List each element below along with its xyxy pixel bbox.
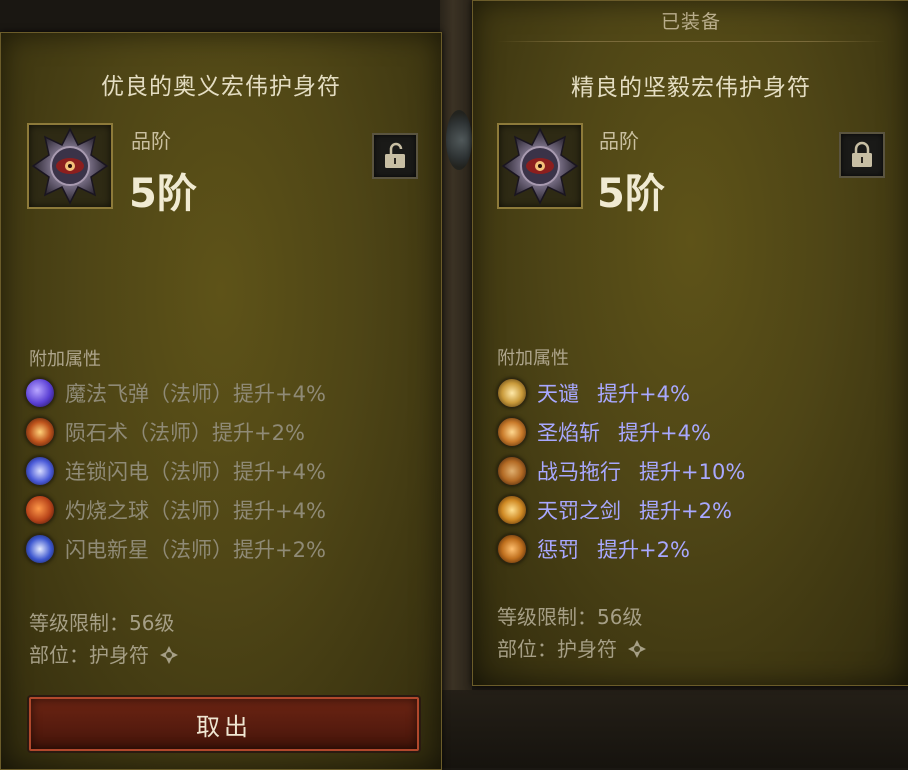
locked-padlock-icon	[852, 141, 872, 167]
affix-row: 魔法飞弹（法师）提升+4%	[25, 373, 326, 412]
divider	[497, 41, 885, 42]
fireball-icon	[25, 494, 55, 525]
affix-row: 圣焰斩 提升+4%	[497, 412, 745, 451]
affix-value: 提升+4%	[597, 381, 690, 406]
item-icon-frame	[27, 123, 113, 209]
take-out-button[interactable]: 取出	[29, 697, 419, 751]
affix-header: 附加属性	[29, 349, 101, 370]
grade-value: 5阶	[597, 171, 665, 217]
item-slot: 部位：护身符	[497, 633, 647, 662]
grade-label: 品阶	[131, 129, 171, 153]
sword-of-judgment-icon	[497, 494, 527, 525]
background-floor	[440, 690, 908, 768]
affix-name: 天谴	[537, 381, 579, 406]
holy-flame-slash-icon	[497, 416, 527, 447]
affix-name: 圣焰斩	[537, 420, 600, 445]
affix-header: 附加属性	[497, 348, 569, 369]
amulet-icon	[501, 127, 579, 205]
affix-value: 提升+10%	[639, 459, 746, 484]
affix-name: 惩罚	[537, 537, 579, 562]
affix-text: 魔法飞弹（法师）提升+4%	[65, 381, 326, 406]
meteor-icon	[25, 416, 55, 447]
grade-label: 品阶	[599, 129, 639, 153]
affix-text: 灼烧之球（法师）提升+4%	[65, 498, 326, 523]
lock-toggle-button[interactable]	[372, 133, 418, 179]
judgment-icon	[497, 377, 527, 408]
affix-text: 陨石术（法师）提升+2%	[65, 420, 305, 445]
grade-value: 5阶	[129, 171, 197, 217]
magic-missile-icon	[25, 377, 55, 408]
item-slot: 部位：护身符	[29, 639, 179, 668]
affix-text: 闪电新星（法师）提升+2%	[65, 537, 326, 562]
affix-list: 魔法飞弹（法师）提升+4% 陨石术（法师）提升+2% 连锁闪电（法师）提升+4%…	[25, 373, 326, 568]
affix-value: 提升+2%	[639, 498, 732, 523]
affix-row: 灼烧之球（法师）提升+4%	[25, 490, 326, 529]
amulet-slot-icon	[160, 646, 179, 664]
background-ornament	[446, 110, 472, 170]
affix-row: 闪电新星（法师）提升+2%	[25, 529, 326, 568]
affix-name: 天罚之剑	[537, 498, 621, 523]
equipped-label: 已装备	[660, 11, 721, 33]
affix-row: 陨石术（法师）提升+2%	[25, 412, 326, 451]
affix-row: 战马拖行 提升+10%	[497, 451, 745, 490]
amulet-icon	[31, 127, 109, 205]
level-requirement: 等级限制：56级	[497, 605, 643, 629]
level-requirement: 等级限制：56级	[29, 611, 175, 635]
item-title: 优良的奥义宏伟护身符	[101, 74, 341, 100]
affix-text: 连锁闪电（法师）提升+4%	[65, 459, 326, 484]
affix-row: 惩罚 提升+2%	[497, 529, 745, 568]
lock-toggle-button[interactable]	[839, 132, 885, 178]
warhorse-drag-icon	[497, 455, 527, 486]
punish-icon	[497, 533, 527, 564]
item-slot-text: 部位：护身符	[497, 637, 617, 661]
item-icon-frame	[497, 123, 583, 209]
affix-row: 连锁闪电（法师）提升+4%	[25, 451, 326, 490]
amulet-slot-icon	[628, 640, 647, 658]
affix-row: 天罚之剑 提升+2%	[497, 490, 745, 529]
unlocked-padlock-icon	[385, 142, 405, 168]
item-slot-text: 部位：护身符	[29, 643, 149, 667]
item-tooltip-equipped: 已装备 精良的坚毅宏伟护身符 品阶 5阶 附加属性 天谴 提升+4% 圣焰斩 提…	[472, 0, 908, 686]
lightning-nova-icon	[25, 533, 55, 564]
affix-row: 天谴 提升+4%	[497, 373, 745, 412]
affix-value: 提升+4%	[618, 420, 711, 445]
affix-name: 战马拖行	[537, 459, 621, 484]
affix-list: 天谴 提升+4% 圣焰斩 提升+4% 战马拖行 提升+10% 天罚之剑 提升+2…	[497, 373, 745, 568]
item-title: 精良的坚毅宏伟护身符	[571, 75, 811, 101]
chain-lightning-icon	[25, 455, 55, 486]
affix-value: 提升+2%	[597, 537, 690, 562]
item-tooltip-stash: 优良的奥义宏伟护身符 品阶 5阶 附加属性 魔法飞弹（法师）提升+4% 陨石术（…	[0, 32, 442, 770]
